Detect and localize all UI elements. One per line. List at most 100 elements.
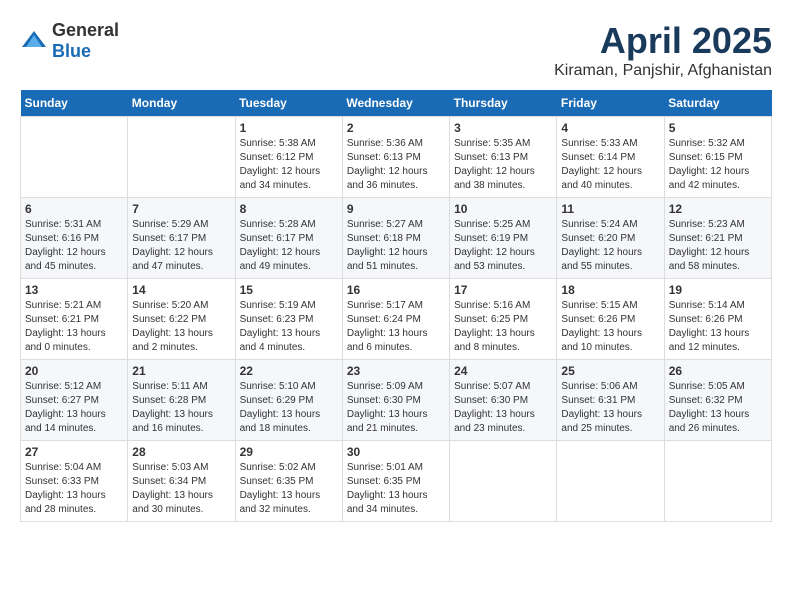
calendar-cell <box>21 117 128 198</box>
calendar-cell: 26Sunrise: 5:05 AMSunset: 6:32 PMDayligh… <box>664 360 771 441</box>
day-number: 2 <box>347 121 445 135</box>
day-number: 21 <box>132 364 230 378</box>
calendar-cell: 21 Sunrise: 5:11 AMSunset: 6:28 PMDayligh… <box>128 360 235 441</box>
calendar-cell: 27Sunrise: 5:04 AMSunset: 6:33 PMDayligh… <box>21 441 128 522</box>
calendar-cell: 23Sunrise: 5:09 AMSunset: 6:30 PMDayligh… <box>342 360 449 441</box>
daylight-text: Daylight: 12 hours and 55 minutes. <box>561 247 642 272</box>
daylight-text: Daylight: 12 hours and 47 minutes. <box>132 247 213 272</box>
day-number: 25 <box>561 364 659 378</box>
daylight-text: Daylight: 12 hours and 53 minutes. <box>454 247 535 272</box>
daylight-text: Daylight: 13 hours and 16 minutes. <box>132 409 213 434</box>
calendar-cell: 6 Sunrise: 5:31 AMSunset: 6:16 PMDaylight… <box>21 198 128 279</box>
cell-details: Sunrise: 5:07 AMSunset: 6:30 PMDaylight:… <box>454 380 552 436</box>
header: General Blue April 2025 Kiraman, Panjshi… <box>20 20 772 80</box>
subtitle: Kiraman, Panjshir, Afghanistan <box>554 62 772 80</box>
day-number: 15 <box>240 283 338 297</box>
sunset-text: Sunset: 6:17 PM <box>132 233 206 244</box>
sunrise-text: Sunrise: 5:12 AM <box>25 381 101 392</box>
logo-icon <box>20 29 48 53</box>
daylight-text: Daylight: 13 hours and 18 minutes. <box>240 409 321 434</box>
daylight-text: Daylight: 13 hours and 34 minutes. <box>347 490 428 515</box>
calendar-cell: 7Sunrise: 5:29 AMSunset: 6:17 PMDaylight… <box>128 198 235 279</box>
cell-details: Sunrise: 5:15 AMSunset: 6:26 PMDaylight:… <box>561 299 659 355</box>
daylight-text: Daylight: 12 hours and 49 minutes. <box>240 247 321 272</box>
cell-details: Sunrise: 5:14 AMSunset: 6:26 PMDaylight:… <box>669 299 767 355</box>
calendar-cell: 29Sunrise: 5:02 AMSunset: 6:35 PMDayligh… <box>235 441 342 522</box>
sunset-text: Sunset: 6:31 PM <box>561 395 635 406</box>
sunrise-text: Sunrise: 5:29 AM <box>132 219 208 230</box>
cell-details: Sunrise: 5:27 AMSunset: 6:18 PMDaylight:… <box>347 218 445 274</box>
cell-details: Sunrise: 5:11 AMSunset: 6:28 PMDaylight:… <box>132 380 230 436</box>
day-number: 5 <box>669 121 767 135</box>
week-row-1: 1Sunrise: 5:38 AMSunset: 6:12 PMDaylight… <box>21 117 772 198</box>
calendar-cell: 22Sunrise: 5:10 AMSunset: 6:29 PMDayligh… <box>235 360 342 441</box>
calendar-cell: 10Sunrise: 5:25 AMSunset: 6:19 PMDayligh… <box>450 198 557 279</box>
main-title: April 2025 <box>554 20 772 62</box>
cell-details: Sunrise: 5:02 AMSunset: 6:35 PMDaylight:… <box>240 461 338 517</box>
daylight-text: Daylight: 12 hours and 45 minutes. <box>25 247 106 272</box>
daylight-text: Daylight: 13 hours and 25 minutes. <box>561 409 642 434</box>
sunset-text: Sunset: 6:22 PM <box>132 314 206 325</box>
week-row-2: 6 Sunrise: 5:31 AMSunset: 6:16 PMDaylight… <box>21 198 772 279</box>
day-number: 12 <box>669 202 767 216</box>
daylight-text: Daylight: 12 hours and 51 minutes. <box>347 247 428 272</box>
daylight-text: Daylight: 13 hours and 30 minutes. <box>132 490 213 515</box>
col-header-sunday: Sunday <box>21 90 128 117</box>
cell-details: Sunrise: 5:24 AMSunset: 6:20 PMDaylight:… <box>561 218 659 274</box>
sunrise-text: Sunrise: 5:02 AM <box>240 462 316 473</box>
calendar-cell: 5Sunrise: 5:32 AMSunset: 6:15 PMDaylight… <box>664 117 771 198</box>
sunset-text: Sunset: 6:15 PM <box>669 152 743 163</box>
sunset-text: Sunset: 6:25 PM <box>454 314 528 325</box>
day-number: 28 <box>132 445 230 459</box>
logo-general: General <box>52 20 119 40</box>
sunset-text: Sunset: 6:17 PM <box>240 233 314 244</box>
sunrise-text: Sunrise: 5:14 AM <box>669 300 745 311</box>
calendar-cell: 14Sunrise: 5:20 AMSunset: 6:22 PMDayligh… <box>128 279 235 360</box>
calendar-cell: 9Sunrise: 5:27 AMSunset: 6:18 PMDaylight… <box>342 198 449 279</box>
sunset-text: Sunset: 6:32 PM <box>669 395 743 406</box>
cell-details: Sunrise: 5:20 AMSunset: 6:22 PMDaylight:… <box>132 299 230 355</box>
cell-details: Sunrise: 5:05 AMSunset: 6:32 PMDaylight:… <box>669 380 767 436</box>
sunrise-text: Sunrise: 5:16 AM <box>454 300 530 311</box>
day-number: 19 <box>669 283 767 297</box>
sunrise-text: Sunrise: 5:10 AM <box>240 381 316 392</box>
cell-details: Sunrise: 5:31 AMSunset: 6:16 PMDaylight:… <box>25 218 123 274</box>
week-row-4: 20Sunrise: 5:12 AMSunset: 6:27 PMDayligh… <box>21 360 772 441</box>
daylight-text: Daylight: 13 hours and 14 minutes. <box>25 409 106 434</box>
daylight-text: Daylight: 12 hours and 34 minutes. <box>240 166 321 191</box>
daylight-text: Daylight: 13 hours and 12 minutes. <box>669 328 750 353</box>
day-number: 4 <box>561 121 659 135</box>
col-header-monday: Monday <box>128 90 235 117</box>
sunrise-text: Sunrise: 5:11 AM <box>132 381 207 392</box>
cell-details: Sunrise: 5:23 AMSunset: 6:21 PMDaylight:… <box>669 218 767 274</box>
cell-details: Sunrise: 5:21 AMSunset: 6:21 PMDaylight:… <box>25 299 123 355</box>
sunrise-text: Sunrise: 5:21 AM <box>25 300 101 311</box>
day-number: 17 <box>454 283 552 297</box>
sunrise-text: Sunrise: 5:01 AM <box>347 462 423 473</box>
day-number: 13 <box>25 283 123 297</box>
daylight-text: Daylight: 12 hours and 40 minutes. <box>561 166 642 191</box>
logo-blue: Blue <box>52 41 91 61</box>
daylight-text: Daylight: 12 hours and 38 minutes. <box>454 166 535 191</box>
sunset-text: Sunset: 6:21 PM <box>669 233 743 244</box>
sunrise-text: Sunrise: 5:35 AM <box>454 138 530 149</box>
cell-details: Sunrise: 5:28 AMSunset: 6:17 PMDaylight:… <box>240 218 338 274</box>
header-row: SundayMondayTuesdayWednesdayThursdayFrid… <box>21 90 772 117</box>
sunset-text: Sunset: 6:19 PM <box>454 233 528 244</box>
sunrise-text: Sunrise: 5:32 AM <box>669 138 745 149</box>
sunrise-text: Sunrise: 5:05 AM <box>669 381 745 392</box>
calendar-cell <box>128 117 235 198</box>
day-number: 27 <box>25 445 123 459</box>
sunrise-text: Sunrise: 5:19 AM <box>240 300 316 311</box>
sunrise-text: Sunrise: 5:04 AM <box>25 462 101 473</box>
sunrise-text: Sunrise: 5:33 AM <box>561 138 637 149</box>
cell-details: Sunrise: 5:36 AMSunset: 6:13 PMDaylight:… <box>347 137 445 193</box>
calendar-table: SundayMondayTuesdayWednesdayThursdayFrid… <box>20 90 772 522</box>
sunset-text: Sunset: 6:29 PM <box>240 395 314 406</box>
logo-text: General Blue <box>52 20 119 62</box>
sunset-text: Sunset: 6:30 PM <box>347 395 421 406</box>
cell-details: Sunrise: 5:06 AMSunset: 6:31 PMDaylight:… <box>561 380 659 436</box>
day-number: 6 <box>25 202 123 216</box>
sunrise-text: Sunrise: 5:36 AM <box>347 138 423 149</box>
day-number: 24 <box>454 364 552 378</box>
